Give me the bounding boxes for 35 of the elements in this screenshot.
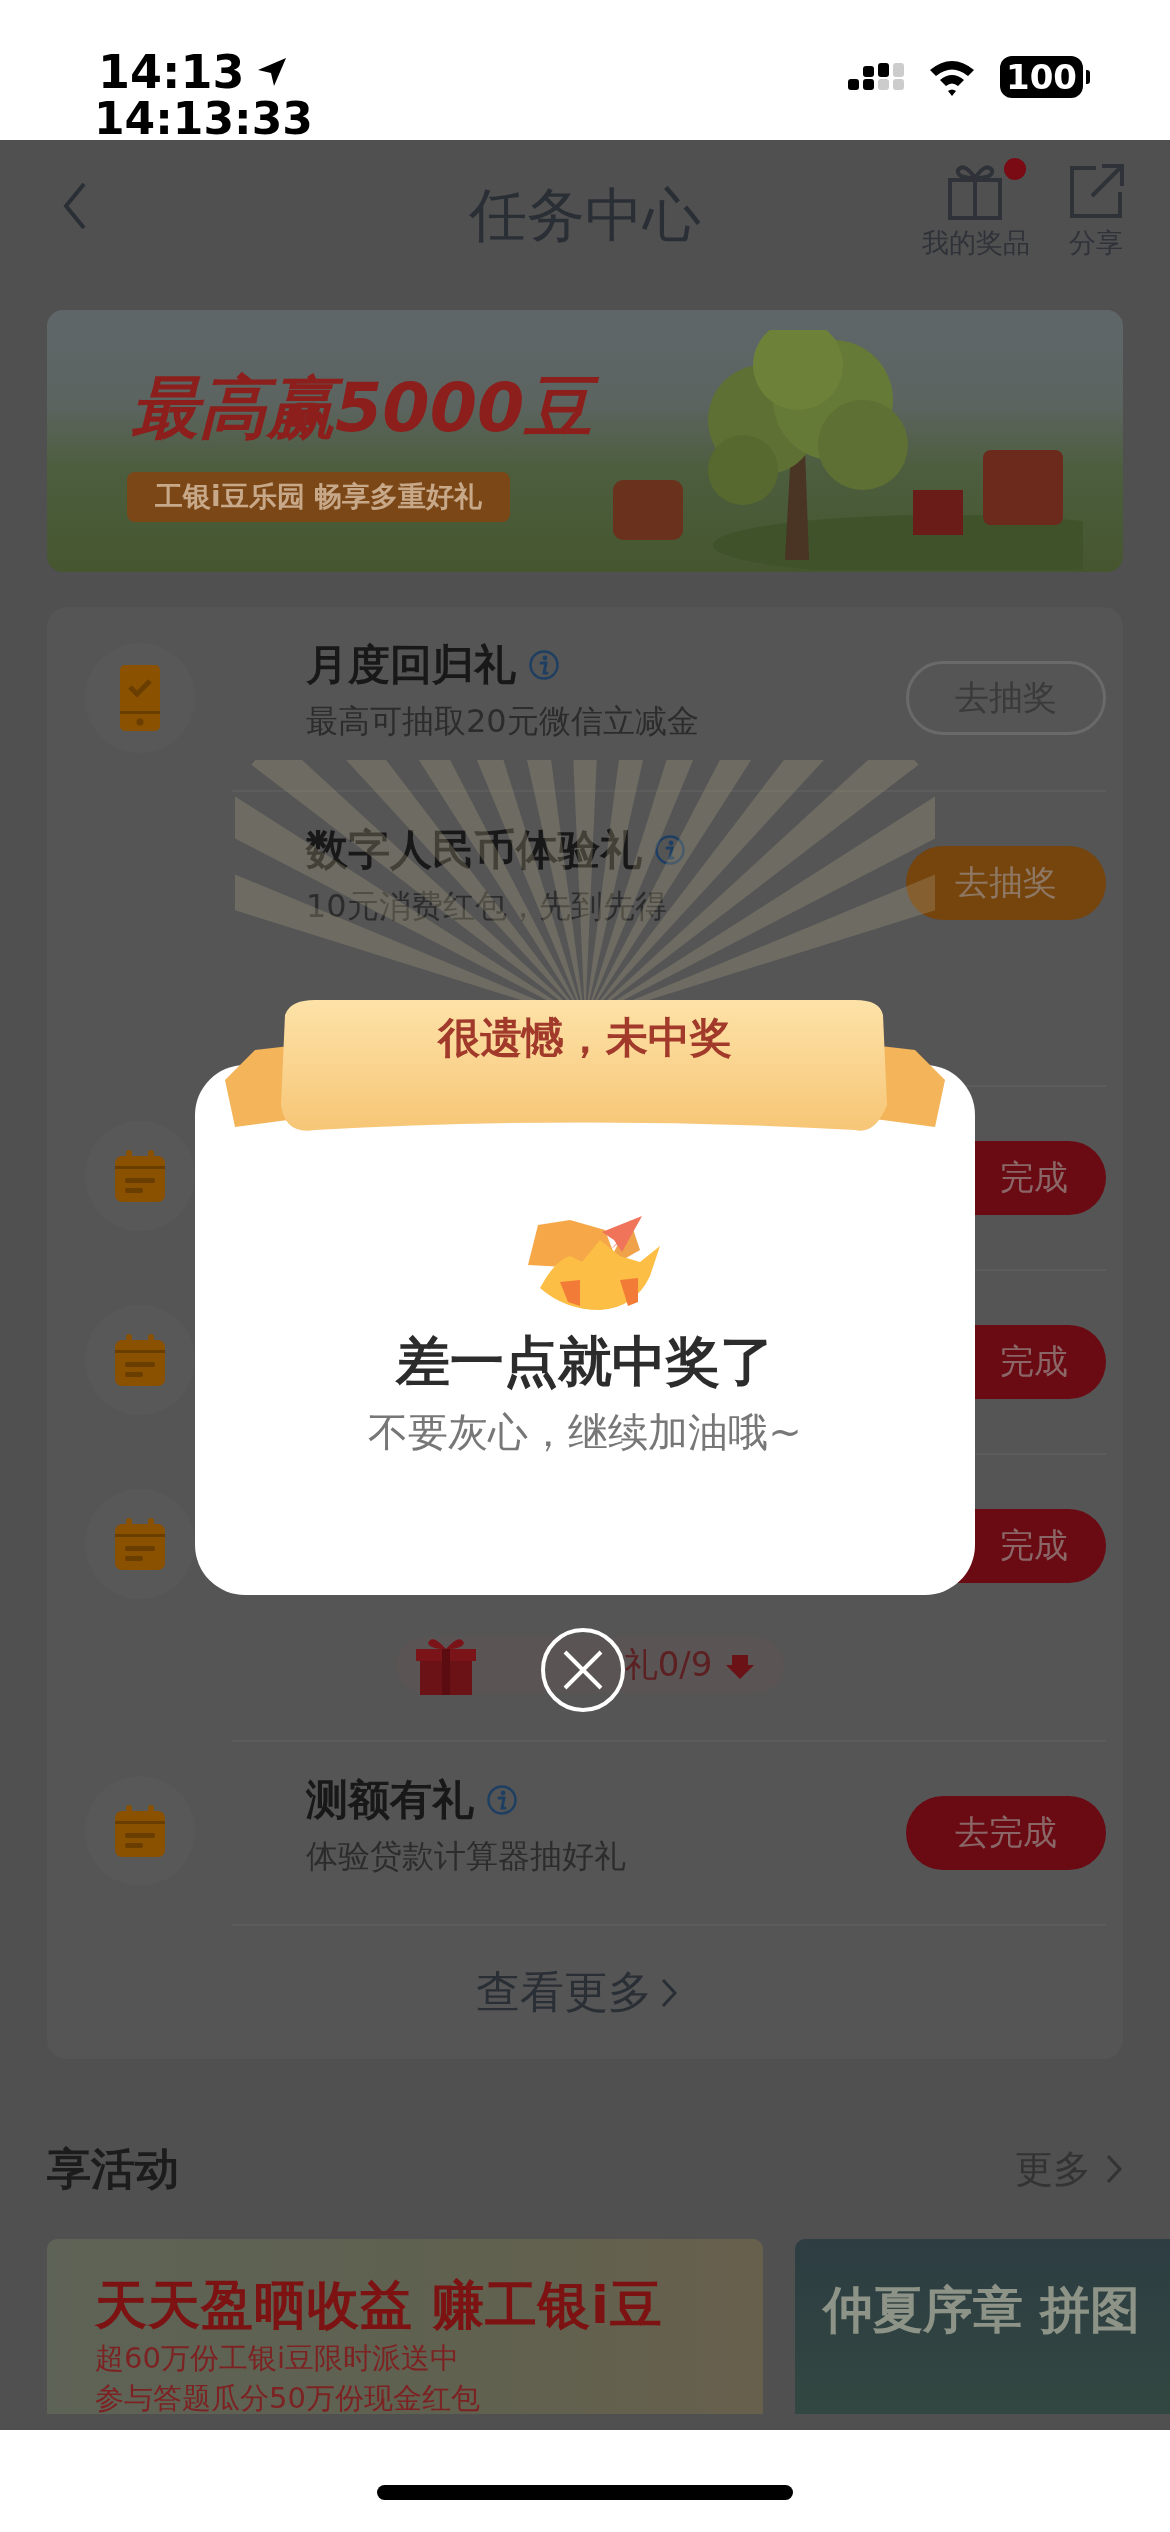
calendar-icon [112,1332,167,1388]
chevron-right-icon [1105,2153,1123,2185]
wifi-icon [928,58,976,96]
clock-time: 14:13 [98,46,245,98]
promo-banner[interactable]: 最高赢5000豆 工银i豆乐园 畅享多重好礼 [47,310,1123,572]
activity-banner[interactable]: 仲夏序章 拼图 [795,2239,1170,2414]
battery-indicator: 100 [1000,56,1090,98]
calendar-icon [112,1516,167,1572]
banner-tagline: 工银i豆乐园 畅享多重好礼 [127,472,511,522]
info-icon [528,649,560,681]
task-button[interactable]: 去抽奖 [906,846,1106,920]
location-arrow-icon [256,56,289,88]
result-message: 不要灰心，继续加油哦~ [368,1408,802,1457]
result-title: 差一点就中奖了 [396,1329,774,1395]
clock-time-seconds: 14:13:33 [94,96,313,142]
close-button[interactable] [541,1628,625,1712]
banner-text: 参与答题瓜分50万份现金红包 [95,2381,481,2415]
banner-headline: 天天盈晒收益 赚工银i豆 [95,2275,664,2335]
close-icon [561,1648,605,1692]
calendar-icon [112,1148,167,1204]
activity-banner[interactable]: 天天盈晒收益 赚工银i豆 超60万份工银i豆限时派送中 参与答题瓜分50万份现金红包 [47,2239,763,2414]
signal-icon [848,63,904,91]
info-icon [654,834,686,866]
info-icon [486,1784,518,1816]
home-indicator[interactable] [377,2485,793,2500]
chevron-right-icon [659,1976,678,2009]
task-title: 数字人民币体验礼 [306,824,642,876]
ribbon-title: 很遗憾，未中奖 [438,1011,732,1064]
task-button[interactable]: 去完成 [906,1796,1106,1870]
task-title: 月度回归礼 [306,639,516,691]
calendar-icon [112,1803,167,1859]
banner-headline: 最高赢5000豆 [127,368,609,448]
task-title: 测额有礼 [306,1774,474,1826]
banner-headline: 仲夏序章 拼图 [823,2280,1142,2341]
banner-text: 超60万份工银i豆限时派送中 [95,2341,460,2375]
